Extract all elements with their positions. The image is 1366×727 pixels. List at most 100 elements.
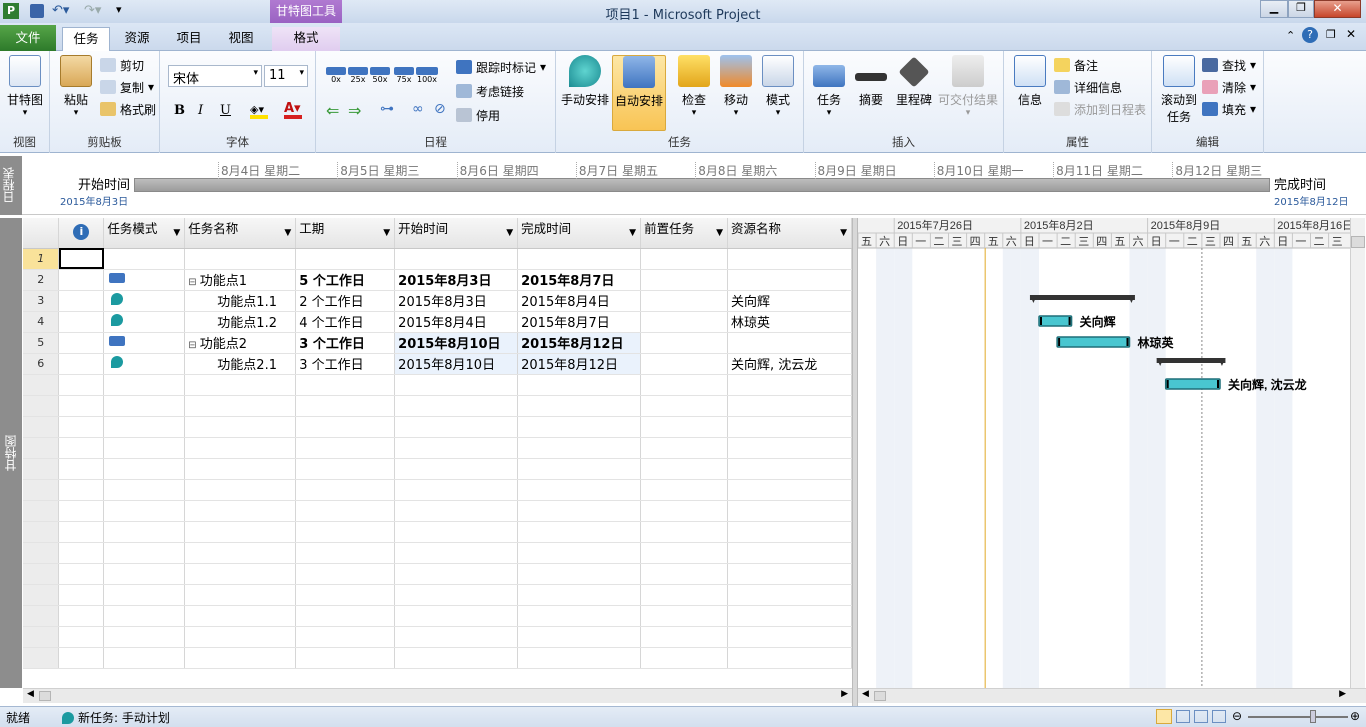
pct-25-button[interactable]: 25x — [348, 67, 368, 84]
duration-cell[interactable] — [295, 647, 396, 669]
predecessors-header[interactable]: 前置任务 ▼ — [640, 218, 728, 249]
task-name-cell[interactable]: ⊟ 功能点2 — [184, 332, 297, 354]
start-cell[interactable] — [394, 374, 519, 396]
duration-cell[interactable] — [295, 395, 396, 417]
resource-names-cell[interactable] — [727, 563, 852, 585]
start-cell[interactable] — [394, 458, 519, 480]
paste-button[interactable]: 粘贴 ▾ — [56, 55, 96, 118]
milestone-button[interactable]: 里程碑 — [894, 55, 934, 108]
row-number-cell[interactable] — [23, 647, 60, 669]
details-button[interactable]: 详细信息 — [1054, 77, 1122, 97]
table-row[interactable] — [23, 563, 852, 585]
task-name-cell[interactable] — [184, 248, 297, 270]
zoom-out-icon[interactable]: ⊖ — [1232, 709, 1242, 723]
task-mode-cell[interactable] — [103, 437, 186, 459]
info-cell[interactable] — [58, 647, 105, 669]
resource-names-cell[interactable] — [727, 626, 852, 648]
table-row[interactable]: 5 ⊟ 功能点2 3 个工作日 2015年8月10日 2015年8月12日 — [23, 332, 852, 354]
task-name-cell[interactable] — [184, 437, 297, 459]
clear-button[interactable]: 清除 ▾ — [1202, 77, 1256, 97]
start-cell[interactable] — [394, 563, 519, 585]
row-number-cell[interactable] — [23, 395, 60, 417]
finish-cell[interactable]: 2015年8月12日 — [517, 332, 642, 354]
table-row[interactable] — [23, 416, 852, 438]
pct-0-button[interactable]: 0x — [326, 67, 346, 84]
task-name-cell[interactable] — [184, 584, 297, 606]
summary-bar[interactable] — [1156, 358, 1226, 363]
table-row[interactable] — [23, 479, 852, 501]
row-number-cell[interactable] — [23, 626, 60, 648]
finish-cell[interactable] — [517, 626, 642, 648]
chevron-down-icon[interactable]: ▼ — [716, 228, 723, 238]
resource-names-cell[interactable] — [727, 647, 852, 669]
table-row[interactable] — [23, 458, 852, 480]
resource-names-cell[interactable] — [727, 458, 852, 480]
table-row[interactable]: 3 功能点1.1 2 个工作日 2015年8月3日 2015年8月4日 关向辉 — [23, 290, 852, 312]
predecessors-cell[interactable] — [640, 395, 728, 417]
resource-names-cell[interactable] — [727, 479, 852, 501]
info-cell[interactable] — [58, 395, 105, 417]
info-cell[interactable] — [58, 332, 105, 354]
move-button[interactable]: 移动 ▾ — [716, 55, 756, 118]
finish-cell[interactable] — [517, 584, 642, 606]
gantt-view-side-label[interactable]: 甘特图 — [0, 218, 22, 688]
summary-bar[interactable] — [1029, 295, 1135, 300]
task-mode-cell[interactable] — [103, 647, 186, 669]
information-button[interactable]: 信息 — [1010, 55, 1050, 108]
task-name-cell[interactable]: ⊟ 功能点1 — [184, 269, 297, 291]
manual-schedule-button[interactable]: 手动安排 — [558, 55, 612, 108]
underline-button[interactable]: U — [220, 103, 231, 118]
outdent-icon[interactable]: ⇐ — [326, 101, 339, 120]
predecessors-cell[interactable] — [640, 290, 728, 312]
row-number-cell[interactable] — [23, 416, 60, 438]
italic-button[interactable]: I — [198, 103, 203, 118]
info-cell[interactable] — [58, 248, 105, 270]
duration-cell[interactable] — [295, 479, 396, 501]
task-name-cell[interactable]: 功能点2.1 — [184, 353, 297, 375]
predecessors-cell[interactable] — [640, 605, 728, 627]
doc-close-icon[interactable]: ✕ — [1346, 27, 1356, 41]
start-cell[interactable] — [394, 500, 519, 522]
resource-names-header[interactable]: 资源名称 ▼ — [727, 218, 852, 249]
close-button[interactable]: ✕ — [1314, 0, 1361, 18]
predecessors-cell[interactable] — [640, 353, 728, 375]
row-number-cell[interactable]: 1 — [23, 248, 60, 270]
resource-names-cell[interactable] — [727, 332, 852, 354]
grid-horizontal-scrollbar[interactable]: ◀ ▶ — [23, 688, 852, 703]
tab-task[interactable]: 任务 — [62, 27, 110, 52]
scroll-to-task-button[interactable]: 滚动到 任务 — [1156, 55, 1202, 125]
deliverable-button[interactable]: 可交付结果 ▾ — [936, 55, 1000, 118]
info-cell[interactable] — [58, 437, 105, 459]
row-number-cell[interactable]: 3 — [23, 290, 60, 312]
resource-names-cell[interactable] — [727, 248, 852, 270]
predecessors-cell[interactable] — [640, 458, 728, 480]
chevron-down-icon[interactable]: ▼ — [284, 228, 291, 238]
predecessors-cell[interactable] — [640, 563, 728, 585]
duration-cell[interactable] — [295, 374, 396, 396]
start-cell[interactable]: 2015年8月10日 — [394, 332, 519, 354]
info-cell[interactable] — [58, 626, 105, 648]
chevron-down-icon[interactable]: ▼ — [629, 228, 636, 238]
start-cell[interactable] — [394, 416, 519, 438]
duration-cell[interactable] — [295, 458, 396, 480]
gantt-vertical-scrollbar[interactable] — [1350, 218, 1365, 688]
duration-cell[interactable] — [295, 584, 396, 606]
row-number-cell[interactable] — [23, 479, 60, 501]
help-icon[interactable]: ? — [1302, 27, 1318, 43]
finish-cell[interactable] — [517, 542, 642, 564]
task-mode-cell[interactable] — [103, 563, 186, 585]
task-mode-cell[interactable] — [103, 521, 186, 543]
info-cell[interactable] — [58, 353, 105, 375]
task-mode-cell[interactable] — [103, 248, 186, 270]
collapse-icon[interactable]: ⊟ — [188, 340, 196, 351]
info-column-header[interactable]: i — [58, 218, 105, 249]
row-number-cell[interactable] — [23, 521, 60, 543]
finish-cell[interactable] — [517, 374, 642, 396]
gantt-horizontal-scrollbar[interactable]: ◀ ▶ — [858, 688, 1366, 703]
task-name-cell[interactable] — [184, 521, 297, 543]
notes-button[interactable]: 备注 — [1054, 55, 1098, 75]
predecessors-cell[interactable] — [640, 269, 728, 291]
duration-cell[interactable] — [295, 542, 396, 564]
predecessors-cell[interactable] — [640, 647, 728, 669]
timeline-side-label[interactable]: 日程表 — [0, 156, 22, 215]
